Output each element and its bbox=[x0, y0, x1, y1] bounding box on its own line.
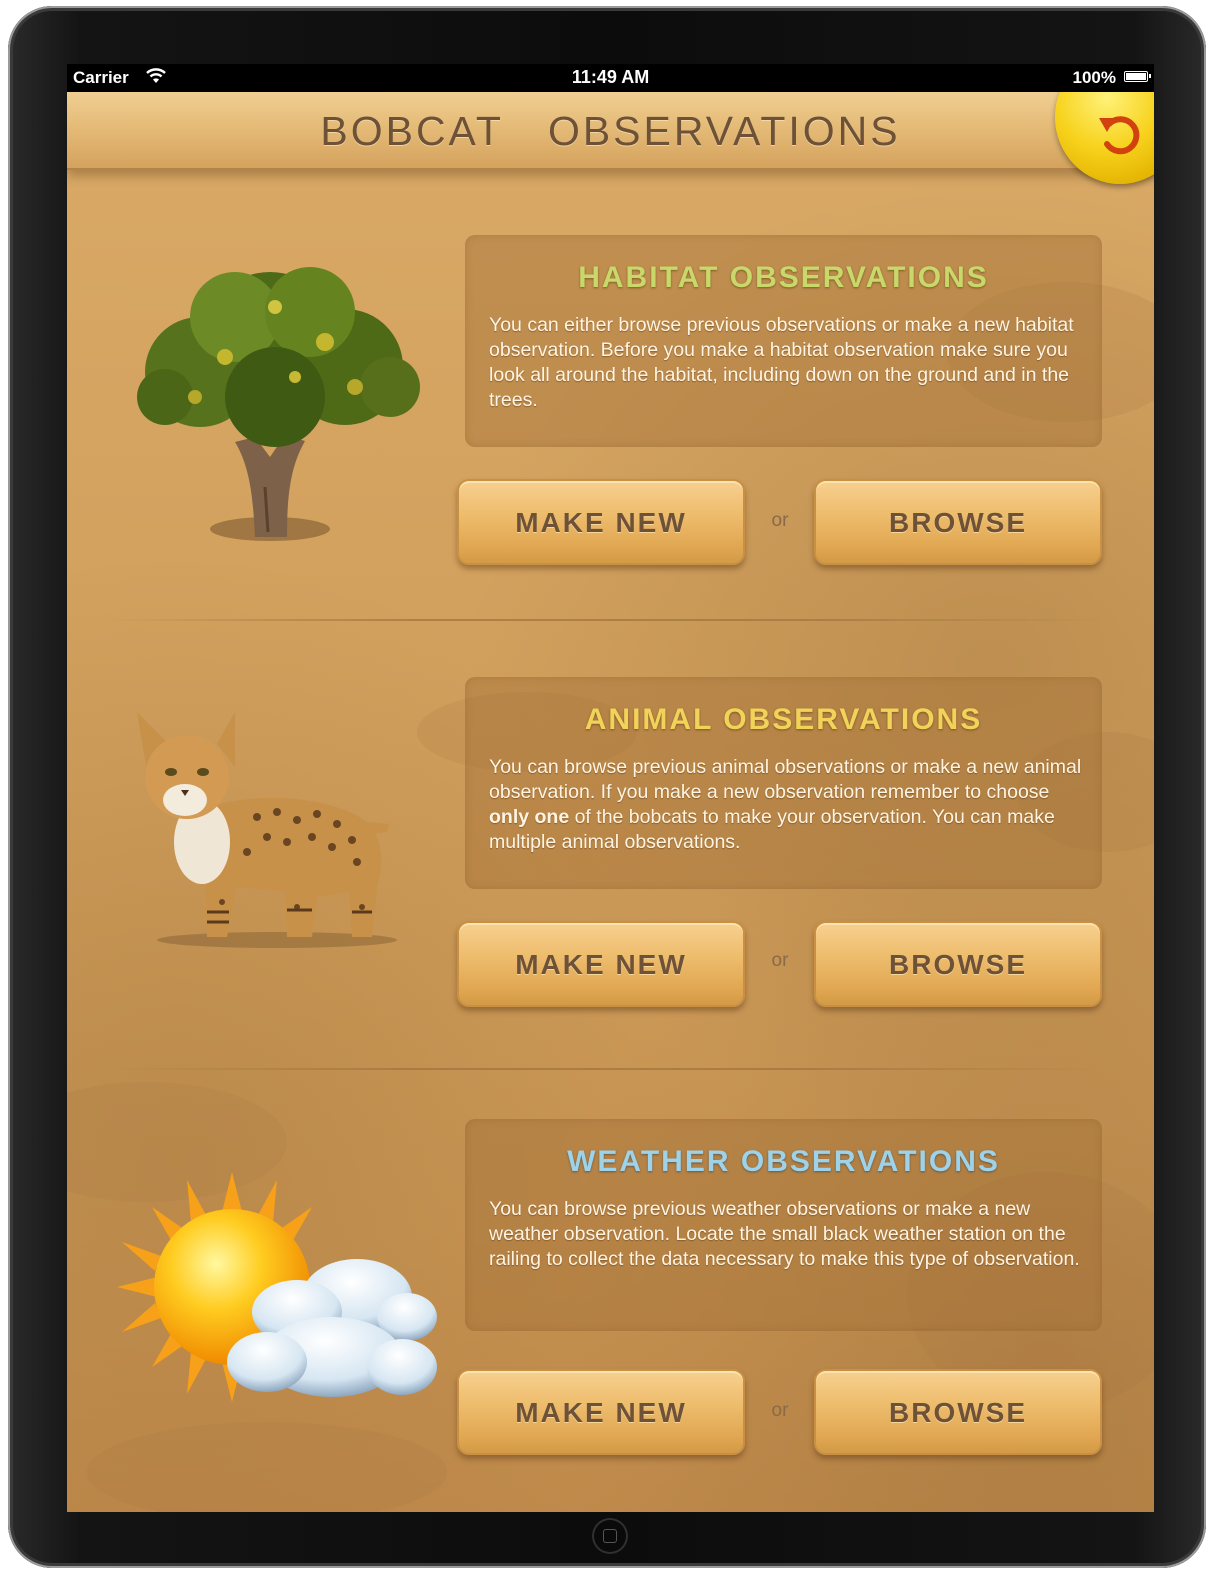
home-button[interactable] bbox=[592, 1518, 628, 1554]
animal-description: You can browse previous animal observati… bbox=[489, 755, 1082, 855]
clock: 11:49 AM bbox=[571, 67, 650, 87]
battery-icon bbox=[1124, 71, 1151, 82]
weather-make-new-button[interactable]: MAKE NEW bbox=[457, 1369, 745, 1455]
animal-browse-button[interactable]: BROWSE bbox=[814, 921, 1102, 1007]
animal-heading: ANIMAL OBSERVATIONS bbox=[584, 703, 983, 736]
habitat-section: HABITAT OBSERVATIONS You can either brow… bbox=[67, 92, 1154, 632]
app-screen: BOBCAT OBSERVATIONS HABITAT OBSERVATIONS… bbox=[67, 92, 1154, 1512]
weather-description: You can browse previous weather observat… bbox=[489, 1198, 1080, 1270]
weather-info-box: WEATHER OBSERVATIONS You can browse prev… bbox=[465, 1119, 1102, 1331]
animal-description-emphasis: only one bbox=[489, 806, 570, 828]
home-square-icon bbox=[603, 1529, 617, 1543]
habitat-description: You can either browse previous observati… bbox=[489, 314, 1074, 411]
section-divider bbox=[107, 1068, 1107, 1070]
weather-heading: WEATHER OBSERVATIONS bbox=[567, 1145, 1000, 1178]
tree-icon bbox=[137, 267, 420, 541]
habitat-heading: HABITAT OBSERVATIONS bbox=[578, 261, 989, 294]
weather-browse-button[interactable]: BROWSE bbox=[814, 1369, 1102, 1455]
habitat-info-box: HABITAT OBSERVATIONS You can either brow… bbox=[465, 235, 1102, 447]
status-bar: Carrier 11:49 AM 100% bbox=[67, 64, 1154, 92]
animal-info-box: ANIMAL OBSERVATIONS You can browse previ… bbox=[465, 677, 1102, 889]
animal-or-label: or bbox=[771, 950, 789, 971]
habitat-make-new-button[interactable]: MAKE NEW bbox=[457, 479, 745, 565]
animal-description-text-end: of the bobcats to make your observation.… bbox=[489, 806, 1055, 853]
sun-cloud-icon bbox=[117, 1172, 437, 1402]
animal-section: ANIMAL OBSERVATIONS You can browse previ… bbox=[67, 632, 1154, 1072]
animal-description-text: You can browse previous animal observati… bbox=[489, 756, 1082, 803]
battery-percent: 100% bbox=[1072, 68, 1116, 87]
weather-section: WEATHER OBSERVATIONS You can browse prev… bbox=[67, 1077, 1154, 1512]
habitat-browse-button[interactable]: BROWSE bbox=[814, 479, 1102, 565]
weather-or-label: or bbox=[771, 1400, 789, 1421]
habitat-or-label: or bbox=[771, 510, 789, 531]
section-divider bbox=[107, 619, 1107, 621]
animal-make-new-button[interactable]: MAKE NEW bbox=[457, 921, 745, 1007]
bobcat-icon bbox=[137, 712, 397, 948]
